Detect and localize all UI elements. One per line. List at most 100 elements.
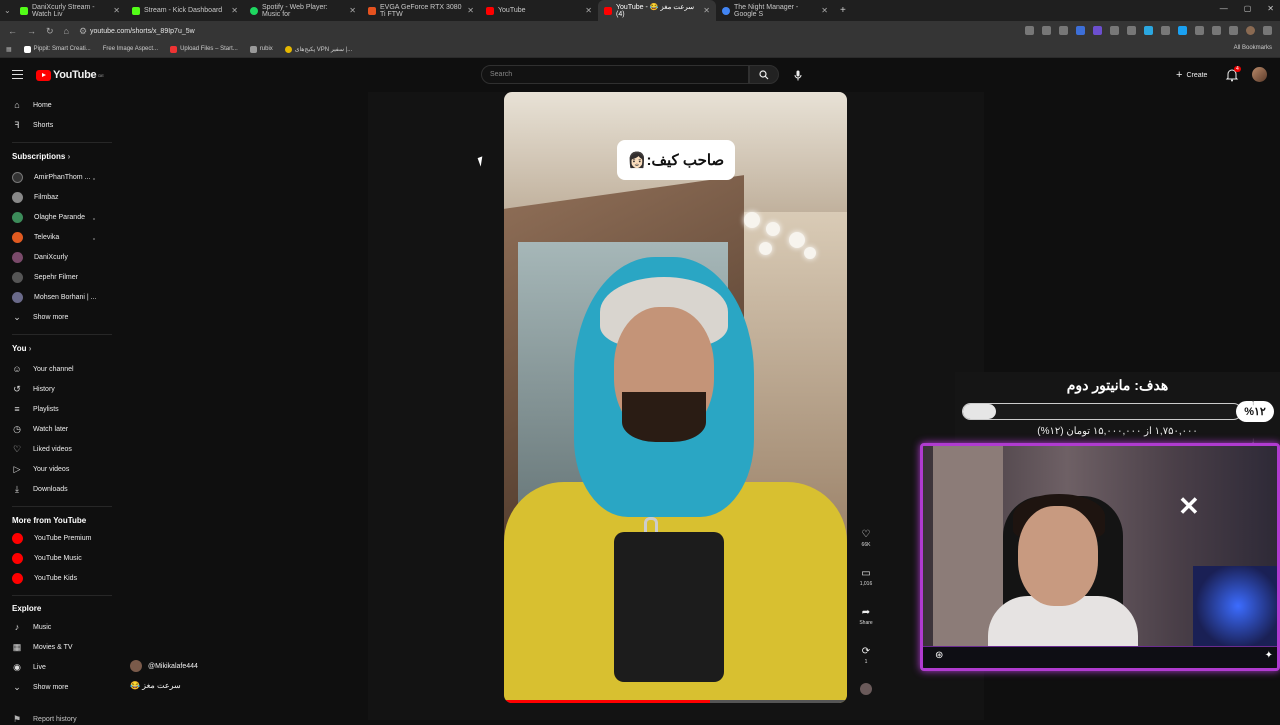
- extension-icon[interactable]: [1059, 26, 1068, 35]
- sidebar-item-label: Your videos: [33, 465, 70, 473]
- bookmark-vpn[interactable]: پکیج‌های VPN سفیر |...: [284, 45, 352, 53]
- extension-icon[interactable]: [1161, 26, 1170, 35]
- sidebar-item-youtube-premium[interactable]: YouTube Premium: [12, 533, 91, 544]
- voice-search-button[interactable]: [789, 66, 807, 84]
- sidebar-item-your-channel[interactable]: ☺ Your channel: [12, 364, 74, 374]
- sidebar: ⌂ Home ꟻ Shorts Subscriptions › AmirPhanTh…: [0, 92, 112, 724]
- back-icon[interactable]: ←: [8, 26, 17, 37]
- tab-youtube[interactable]: YouTube ✕: [480, 0, 598, 21]
- share-button[interactable]: ➦ Share: [852, 607, 880, 626]
- close-icon[interactable]: ✕: [585, 6, 592, 15]
- home-icon[interactable]: ⌂: [64, 26, 69, 37]
- extensions-puzzle-icon[interactable]: [1212, 26, 1221, 35]
- subscriptions-header[interactable]: Subscriptions ›: [12, 152, 70, 161]
- tab-kick-stream[interactable]: DaniXcurly Stream - Watch Liv ✕: [14, 0, 126, 21]
- bookmark-pippit[interactable]: Pippit: Smart Creati...: [23, 45, 91, 53]
- goal-amount: ۱,۷۵۰,۰۰۰ از ۱۵,۰۰۰,۰۰۰ تومان (۱۲%): [1037, 426, 1198, 437]
- url-field[interactable]: youtube.com/shorts/x_89Ip7u_5w: [90, 28, 195, 35]
- extension-icon[interactable]: [1127, 26, 1136, 35]
- extension-icon[interactable]: [1076, 26, 1085, 35]
- microphone-icon: [794, 70, 802, 80]
- you-header[interactable]: You ›: [12, 344, 31, 353]
- profile-icon[interactable]: [1246, 26, 1255, 35]
- sidebar-item-live[interactable]: ◉ Live: [12, 662, 46, 672]
- bookmark-free-image[interactable]: Free Image Aspect...: [103, 46, 158, 52]
- sidebar-item-report-history[interactable]: ⚑ Report history: [12, 714, 77, 724]
- plus-icon: +: [1176, 69, 1183, 81]
- new-tab-icon[interactable]: +: [834, 5, 846, 16]
- streamer-logo-icon: ✕: [1178, 491, 1200, 521]
- all-bookmarks[interactable]: All Bookmarks: [1234, 45, 1272, 51]
- sidebar-item-youtube-music[interactable]: YouTube Music: [12, 553, 82, 564]
- sidebar-item-downloads[interactable]: ⤓ Downloads: [12, 484, 68, 494]
- tab-search-icon[interactable]: [1229, 26, 1238, 35]
- sidebar-item-liked-videos[interactable]: ♡ Liked videos: [12, 444, 72, 454]
- show-more-explore[interactable]: ⌄ Show more: [12, 682, 68, 692]
- tab-spotify[interactable]: Spotify - Web Player: Music for ✕: [244, 0, 362, 21]
- sidebar-item-music[interactable]: ♪ Music: [12, 622, 52, 632]
- create-button[interactable]: + Create: [1170, 67, 1213, 83]
- youtube-logo[interactable]: YouTube DE: [36, 69, 104, 81]
- apps-icon[interactable]: ▦: [6, 46, 12, 53]
- video-progress-bar[interactable]: [504, 700, 847, 703]
- bookmark-upload-files[interactable]: Upload Files – Start...: [170, 45, 238, 53]
- extension-icon[interactable]: [1144, 26, 1153, 35]
- extension-icon[interactable]: [1195, 26, 1204, 35]
- sound-avatar[interactable]: [852, 683, 880, 695]
- home-icon: ⌂: [14, 100, 20, 110]
- star-icon[interactable]: [1042, 26, 1051, 35]
- sidebar-item-home[interactable]: ⌂ Home: [12, 100, 51, 110]
- sidebar-item-history[interactable]: ↺ History: [12, 384, 55, 394]
- menu-icon[interactable]: [1263, 26, 1272, 35]
- close-window-icon[interactable]: ✕: [1267, 4, 1274, 13]
- subscription-televika[interactable]: Televika: [12, 232, 59, 243]
- tab-kick-dashboard[interactable]: Stream - Kick Dashboard ✕: [126, 0, 244, 21]
- tab-youtube-active[interactable]: YouTube - 😂 سرعت مغز (4) ✕: [598, 0, 716, 21]
- shorts-video-player[interactable]: صاحب کیف:👩🏻: [504, 92, 847, 703]
- forward-icon[interactable]: →: [27, 26, 36, 37]
- extension-icon[interactable]: [1178, 26, 1187, 35]
- subscription-amirphanthom[interactable]: AmirPhanThom ...: [12, 172, 90, 183]
- sidebar-item-movies-tv[interactable]: ▦ Movies & TV: [12, 642, 73, 652]
- close-icon[interactable]: ✕: [113, 6, 120, 15]
- subscription-sepehr-filmer[interactable]: Sepehr Filmer: [12, 272, 78, 283]
- account-avatar[interactable]: [1252, 67, 1267, 82]
- remix-button[interactable]: ⟳ 1: [852, 646, 880, 665]
- close-icon[interactable]: ✕: [467, 6, 474, 15]
- spotify-icon: [250, 6, 258, 15]
- tab-search-icon[interactable]: ⌄: [0, 6, 14, 15]
- close-icon[interactable]: ✕: [231, 6, 238, 15]
- install-icon[interactable]: [1025, 26, 1034, 35]
- tab-evga[interactable]: EVGA GeForce RTX 3080 Ti FTW ✕: [362, 0, 480, 21]
- maximize-icon[interactable]: ▢: [1244, 4, 1252, 13]
- minimize-icon[interactable]: —: [1220, 4, 1228, 13]
- extension-icon[interactable]: [1110, 26, 1119, 35]
- tab-google-search[interactable]: The Night Manager - Google S ✕: [716, 0, 834, 21]
- bookmark-rubix[interactable]: rubix: [249, 45, 273, 53]
- comment-button[interactable]: ▭ 1,016: [852, 568, 880, 587]
- channel-avatar: [12, 192, 23, 203]
- sidebar-item-label: Your channel: [33, 365, 74, 373]
- site-info-icon[interactable]: ⚙: [79, 26, 87, 37]
- search-input[interactable]: Search: [481, 65, 749, 84]
- subscription-filmbaz[interactable]: Filmbaz: [12, 192, 59, 203]
- sidebar-item-youtube-kids[interactable]: YouTube Kids: [12, 573, 77, 584]
- reload-icon[interactable]: ↻: [46, 26, 54, 37]
- subscription-olaghe-parande[interactable]: Olaghe Parande: [12, 212, 85, 223]
- subscription-danixcurly[interactable]: DaniXcurly: [12, 252, 68, 263]
- short-channel[interactable]: @Mikikalafe444: [130, 660, 198, 672]
- sidebar-item-shorts[interactable]: ꟻ Shorts: [12, 120, 53, 130]
- sidebar-item-watch-later[interactable]: ◷ Watch later: [12, 424, 68, 434]
- sidebar-item-playlists[interactable]: ≡ Playlists: [12, 404, 58, 414]
- sidebar-item-your-videos[interactable]: ▷ Your videos: [12, 464, 70, 474]
- search-button[interactable]: [749, 65, 779, 84]
- show-more-subscriptions[interactable]: ⌄ Show more: [12, 312, 68, 322]
- subscription-mohsen-borhani[interactable]: Mohsen Borhani | ...: [12, 292, 97, 303]
- menu-icon[interactable]: [12, 70, 23, 79]
- like-button[interactable]: ♡ 66K: [852, 529, 880, 548]
- google-icon: [722, 6, 730, 15]
- close-icon[interactable]: ✕: [703, 6, 710, 15]
- close-icon[interactable]: ✕: [349, 6, 356, 15]
- close-icon[interactable]: ✕: [821, 6, 828, 15]
- extension-icon[interactable]: [1093, 26, 1102, 35]
